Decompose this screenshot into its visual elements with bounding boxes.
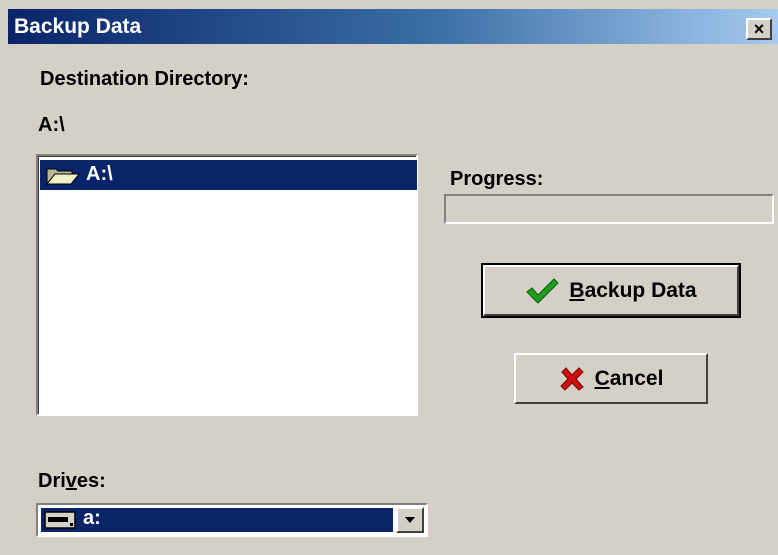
title-bar[interactable]: Backup Data (8, 9, 778, 44)
drives-dropdown[interactable]: a: (36, 503, 428, 537)
drives-selected-value: a: (40, 507, 394, 534)
window-title: Backup Data (14, 15, 142, 38)
backup-dialog: Backup Data × Destination Directory: A:\… (0, 0, 778, 555)
backup-data-button-label: Backup Data (569, 278, 697, 302)
cancel-button[interactable]: Cancel (514, 353, 708, 404)
close-icon: × (753, 19, 765, 39)
directory-item-label: A:\ (86, 163, 113, 185)
chevron-down-icon (404, 511, 416, 529)
open-folder-icon (45, 166, 81, 191)
dropdown-arrow-button[interactable] (396, 507, 424, 533)
progress-label: Progress: (450, 168, 544, 190)
drives-selected-text: a: (83, 507, 101, 529)
backup-data-button[interactable]: Backup Data (481, 263, 741, 318)
cancel-button-label: Cancel (594, 366, 664, 390)
current-path: A:\ (38, 114, 65, 136)
floppy-drive-icon (44, 511, 76, 534)
directory-item-root[interactable]: A:\ (40, 160, 417, 190)
x-cross-icon (559, 366, 585, 392)
progress-bar (444, 194, 774, 224)
drives-label: Drives: (38, 470, 106, 492)
directory-listbox[interactable]: A:\ (36, 154, 418, 416)
close-button[interactable]: × (746, 18, 772, 40)
destination-directory-label: Destination Directory: (40, 68, 249, 90)
checkmark-icon (525, 277, 560, 305)
